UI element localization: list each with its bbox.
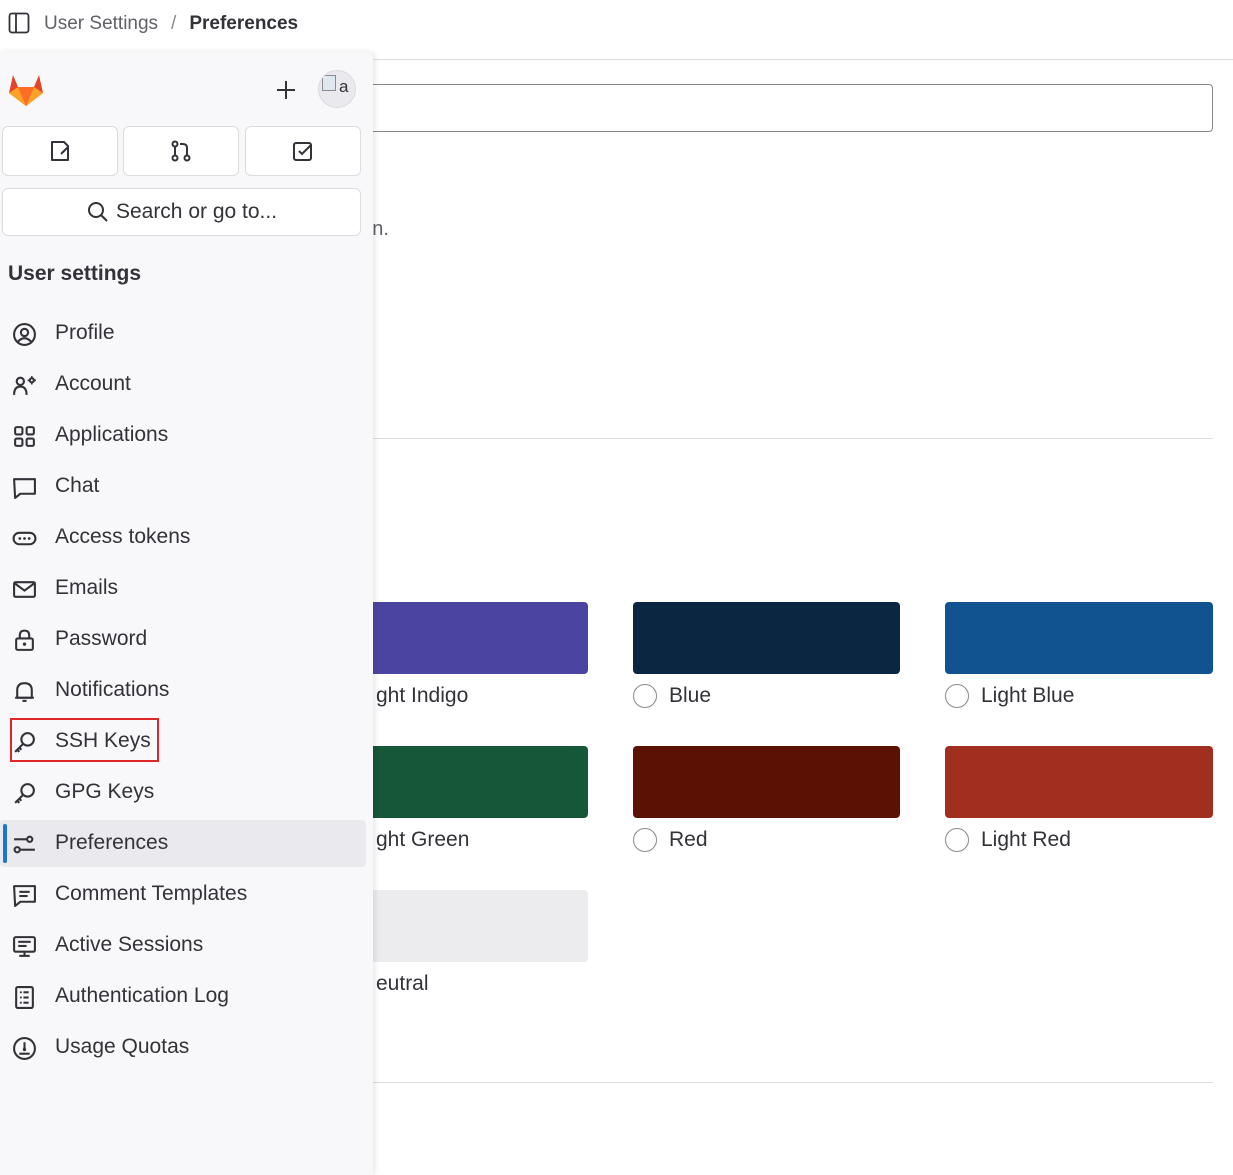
theme-swatch-light-blue[interactable] bbox=[945, 602, 1213, 674]
sidebar-item-label: Comment Templates bbox=[55, 882, 248, 905]
theme-swatch-blue[interactable] bbox=[633, 602, 900, 674]
chat-icon bbox=[13, 478, 36, 499]
monitor-icon bbox=[13, 936, 36, 957]
bell-icon bbox=[15, 682, 34, 702]
avatar-alt-text: a bbox=[339, 77, 349, 96]
sidebar: a Search or go to... User settings Profi… bbox=[0, 52, 373, 1175]
theme-label: Light Blue bbox=[981, 684, 1075, 707]
theme-label: ght Green bbox=[376, 828, 470, 851]
sidebar-item-chat[interactable]: Chat bbox=[0, 463, 366, 510]
section-divider bbox=[340, 1082, 1213, 1083]
sidebar-item-label: Active Sessions bbox=[55, 933, 204, 956]
issues-icon bbox=[51, 141, 69, 161]
sidebar-item-ssh-keys[interactable]: SSH Keys bbox=[0, 718, 366, 765]
theme-radio[interactable] bbox=[945, 684, 969, 708]
theme-swatch-neutral[interactable] bbox=[340, 890, 588, 962]
sidebar-item-label: Chat bbox=[55, 474, 100, 497]
sidebar-item-label: Usage Quotas bbox=[55, 1035, 190, 1058]
sidebar-item-label: Emails bbox=[55, 576, 119, 599]
sidebar-item-label: Authentication Log bbox=[55, 984, 229, 1007]
theme-label: ght Indigo bbox=[376, 684, 469, 707]
key-icon bbox=[14, 732, 35, 753]
sidebar-item-label: Password bbox=[55, 627, 148, 650]
account-icon bbox=[13, 376, 36, 395]
section-divider bbox=[340, 438, 1213, 439]
key-icon bbox=[14, 783, 35, 804]
theme-label: Light Red bbox=[981, 828, 1071, 851]
sidebar-item-password[interactable]: Password bbox=[0, 616, 366, 663]
theme-label: Red bbox=[669, 828, 708, 851]
sidebar-toggle-icon[interactable] bbox=[8, 12, 30, 34]
sidebar-item-authentication-log[interactable]: Authentication Log bbox=[0, 973, 366, 1020]
sidebar-item-preferences[interactable]: Preferences bbox=[0, 820, 366, 867]
sidebar-item-gpg-keys[interactable]: GPG Keys bbox=[0, 769, 366, 816]
sidebar-section-title: User settings bbox=[8, 262, 142, 285]
sidebar-item-active-sessions[interactable]: Active Sessions bbox=[0, 922, 366, 969]
sidebar-item-label: SSH Keys bbox=[55, 729, 151, 752]
theme-radio[interactable] bbox=[633, 828, 657, 852]
breadcrumb-current[interactable]: Preferences bbox=[189, 13, 298, 35]
gitlab-logo-icon[interactable] bbox=[6, 70, 46, 110]
sidebar-item-usage-quotas[interactable]: Usage Quotas bbox=[0, 1024, 366, 1071]
theme-swatch-light-indigo[interactable] bbox=[340, 602, 588, 674]
preferences-icon bbox=[13, 835, 35, 854]
log-icon bbox=[15, 986, 34, 1009]
theme-label: Blue bbox=[669, 684, 712, 707]
sidebar-item-label: Notifications bbox=[55, 678, 170, 701]
text-input[interactable] bbox=[340, 84, 1213, 132]
gauge-icon bbox=[13, 1037, 36, 1060]
applications-icon bbox=[14, 426, 35, 447]
create-new-icon[interactable] bbox=[272, 76, 300, 104]
todos-button[interactable] bbox=[245, 126, 361, 176]
mail-icon bbox=[13, 581, 36, 598]
theme-swatch-light-green[interactable] bbox=[340, 746, 588, 818]
top-bar: User Settings / Preferences bbox=[0, 0, 1233, 60]
breadcrumb-user-settings[interactable]: User Settings bbox=[44, 13, 158, 35]
theme-option-light-red[interactable]: Light Red bbox=[945, 828, 1071, 852]
sidebar-item-profile[interactable]: Profile bbox=[0, 310, 366, 357]
theme-label: eutral bbox=[376, 972, 429, 995]
theme-radio[interactable] bbox=[945, 828, 969, 852]
todo-icon bbox=[293, 142, 312, 161]
lock-icon bbox=[15, 629, 34, 651]
merge-requests-button[interactable] bbox=[123, 126, 239, 176]
token-icon bbox=[12, 531, 37, 546]
search-button[interactable]: Search or go to... bbox=[2, 188, 361, 236]
breadcrumb: User Settings / Preferences bbox=[44, 13, 298, 35]
profile-icon bbox=[13, 323, 36, 346]
search-label: Search or go to... bbox=[115, 200, 278, 223]
theme-swatch-red[interactable] bbox=[633, 746, 900, 818]
comment-icon bbox=[13, 885, 36, 907]
sidebar-item-label: Applications bbox=[55, 423, 169, 446]
sidebar-item-account[interactable]: Account bbox=[0, 361, 366, 408]
sidebar-item-label: GPG Keys bbox=[55, 780, 155, 803]
issues-button[interactable] bbox=[2, 126, 118, 176]
sidebar-item-label: Preferences bbox=[55, 831, 169, 854]
theme-option-blue[interactable]: Blue bbox=[633, 684, 711, 708]
avatar[interactable]: a bbox=[318, 70, 356, 108]
broken-image-icon bbox=[322, 75, 336, 91]
breadcrumb-separator: / bbox=[171, 13, 177, 34]
sidebar-item-comment-templates[interactable]: Comment Templates bbox=[0, 871, 366, 918]
theme-option-light-blue[interactable]: Light Blue bbox=[945, 684, 1074, 708]
sidebar-item-emails[interactable]: Emails bbox=[0, 565, 366, 612]
theme-option-red[interactable]: Red bbox=[633, 828, 708, 852]
sidebar-item-applications[interactable]: Applications bbox=[0, 412, 366, 459]
theme-swatch-light-red[interactable] bbox=[945, 746, 1213, 818]
sidebar-item-label: Profile bbox=[55, 321, 115, 344]
sidebar-item-access-tokens[interactable]: Access tokens bbox=[0, 514, 366, 561]
sidebar-item-label: Access tokens bbox=[55, 525, 191, 548]
theme-radio[interactable] bbox=[633, 684, 657, 708]
search-icon bbox=[87, 202, 108, 222]
sidebar-item-notifications[interactable]: Notifications bbox=[0, 667, 366, 714]
merge-request-icon bbox=[171, 140, 191, 162]
sidebar-item-label: Account bbox=[55, 372, 131, 395]
